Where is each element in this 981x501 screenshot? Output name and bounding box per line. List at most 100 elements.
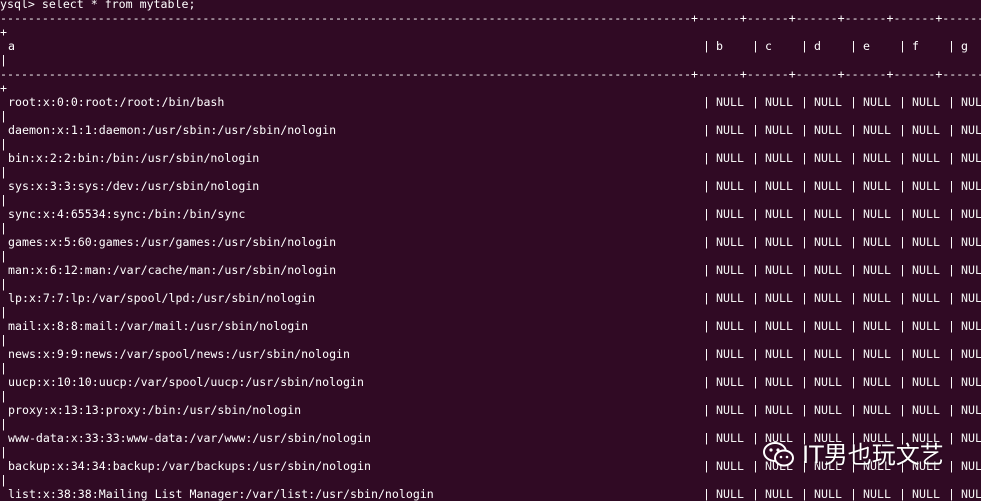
column-separator: | bbox=[948, 431, 955, 445]
column-separator: | bbox=[899, 151, 906, 165]
cell-null: NULL bbox=[716, 347, 744, 361]
table-row: games:x:5:60:games:/usr/games:/usr/sbin/… bbox=[0, 235, 981, 249]
cell-null: NULL bbox=[716, 123, 744, 137]
column-separator: | bbox=[752, 403, 759, 417]
cell-null: NULL bbox=[912, 263, 940, 277]
row-end-pipe: | bbox=[0, 165, 7, 179]
cell-null: NULL bbox=[912, 347, 940, 361]
cell-null: NULL bbox=[765, 487, 793, 501]
cell-null: NULL bbox=[814, 347, 842, 361]
cell-null: NULL bbox=[814, 207, 842, 221]
watermark: IT男也玩文艺 bbox=[762, 438, 944, 472]
column-separator: | bbox=[850, 95, 857, 109]
cell-null: NULL bbox=[814, 95, 842, 109]
cell-null: NULL bbox=[716, 375, 744, 389]
column-separator: | bbox=[801, 151, 808, 165]
column-separator: | bbox=[801, 291, 808, 305]
column-separator: | bbox=[899, 95, 906, 109]
cell-null: NULL bbox=[814, 123, 842, 137]
table-row-wrap: | bbox=[0, 333, 981, 347]
cell-null: NULL bbox=[814, 263, 842, 277]
row-end-pipe: | bbox=[0, 137, 7, 151]
cell-null: NULL bbox=[814, 151, 842, 165]
column-separator: | bbox=[703, 403, 710, 417]
cell-null: NULL bbox=[814, 319, 842, 333]
cell-null: NULL bbox=[863, 235, 891, 249]
prompt-text: ysql> select * from mytable; bbox=[0, 0, 196, 11]
column-separator: | bbox=[899, 179, 906, 193]
column-separator: | bbox=[752, 235, 759, 249]
cell-null: NULL bbox=[716, 207, 744, 221]
table-row: man:x:6:12:man:/var/cache/man:/usr/sbin/… bbox=[0, 263, 981, 277]
cell-null: NULL bbox=[912, 375, 940, 389]
row-end-pipe: | bbox=[0, 389, 7, 403]
cell-null: NUL bbox=[961, 459, 981, 473]
cell-null: NULL bbox=[863, 123, 891, 137]
cell-a: sys:x:3:3:sys:/dev:/usr/sbin/nologin bbox=[8, 179, 260, 193]
cell-null: NULL bbox=[765, 207, 793, 221]
column-header-c: c bbox=[765, 39, 772, 53]
column-separator: | bbox=[948, 123, 955, 137]
column-separator: | bbox=[948, 263, 955, 277]
column-separator: | bbox=[948, 487, 955, 501]
cell-a: bin:x:2:2:bin:/bin:/usr/sbin/nologin bbox=[8, 151, 260, 165]
column-separator: | bbox=[850, 319, 857, 333]
column-separator: | bbox=[850, 235, 857, 249]
column-separator: | bbox=[948, 319, 955, 333]
cell-null: NUL bbox=[961, 179, 981, 193]
column-separator: | bbox=[948, 39, 955, 53]
column-separator: | bbox=[948, 291, 955, 305]
column-separator: | bbox=[850, 347, 857, 361]
cell-null: NULL bbox=[814, 403, 842, 417]
cell-null: NULL bbox=[814, 179, 842, 193]
row-end-pipe: | bbox=[0, 333, 7, 347]
column-separator: | bbox=[899, 347, 906, 361]
column-separator: | bbox=[948, 151, 955, 165]
border-corner: + bbox=[0, 25, 7, 39]
cell-null: NULL bbox=[716, 235, 744, 249]
table-row: daemon:x:1:1:daemon:/usr/sbin:/usr/sbin/… bbox=[0, 123, 981, 137]
column-separator: | bbox=[850, 263, 857, 277]
column-separator: | bbox=[801, 179, 808, 193]
column-separator: | bbox=[948, 207, 955, 221]
cell-null: NULL bbox=[765, 403, 793, 417]
cell-null: NUL bbox=[961, 95, 981, 109]
column-separator: | bbox=[752, 207, 759, 221]
border-line: ----------------------------------------… bbox=[0, 67, 981, 81]
column-separator: | bbox=[703, 39, 710, 53]
table-row-wrap: | bbox=[0, 249, 981, 263]
column-separator: | bbox=[899, 263, 906, 277]
cell-null: NUL bbox=[961, 347, 981, 361]
column-separator: | bbox=[752, 151, 759, 165]
column-separator: | bbox=[801, 39, 808, 53]
cell-null: NULL bbox=[716, 403, 744, 417]
table-row: list:x:38:38:Mailing List Manager:/var/l… bbox=[0, 487, 981, 501]
column-separator: | bbox=[752, 179, 759, 193]
column-separator: | bbox=[850, 151, 857, 165]
border-line: ----------------------------------------… bbox=[0, 11, 981, 25]
column-separator: | bbox=[801, 319, 808, 333]
cell-null: NULL bbox=[765, 375, 793, 389]
cell-null: NULL bbox=[716, 319, 744, 333]
cell-a: daemon:x:1:1:daemon:/usr/sbin:/usr/sbin/… bbox=[8, 123, 337, 137]
cell-a: root:x:0:0:root:/root:/bin/bash bbox=[8, 95, 225, 109]
command-prompt: ysql> select * from mytable; bbox=[0, 0, 981, 11]
table-row: mail:x:8:8:mail:/var/mail:/usr/sbin/nolo… bbox=[0, 319, 981, 333]
cell-null: NULL bbox=[765, 179, 793, 193]
cell-null: NULL bbox=[863, 487, 891, 501]
column-separator: | bbox=[948, 375, 955, 389]
cell-null: NULL bbox=[716, 263, 744, 277]
column-separator: | bbox=[850, 39, 857, 53]
column-separator: | bbox=[899, 403, 906, 417]
table-border: ----------------------------------------… bbox=[0, 67, 981, 81]
cell-null: NULL bbox=[716, 179, 744, 193]
cell-a: backup:x:34:34:backup:/var/backups:/usr/… bbox=[8, 459, 371, 473]
cell-null: NULL bbox=[863, 347, 891, 361]
cell-null: NULL bbox=[863, 179, 891, 193]
cell-null: NULL bbox=[863, 263, 891, 277]
cell-null: NULL bbox=[716, 95, 744, 109]
cell-null: NUL bbox=[961, 123, 981, 137]
cell-null: NULL bbox=[863, 291, 891, 305]
column-separator: | bbox=[752, 347, 759, 361]
column-separator: | bbox=[948, 95, 955, 109]
